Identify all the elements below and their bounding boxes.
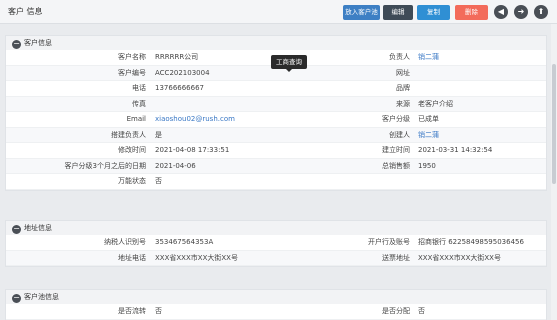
customer-pool-panel: − 客户池信息 是否流转否是否分配否 [5, 289, 547, 320]
field-value: 2021-04-06 [155, 161, 196, 170]
field-row: 修改时间 2021-04-08 17:33:51 建立时间 2021-03-31 14… [6, 143, 546, 159]
field-label: 总销售额 [382, 161, 410, 170]
field-row: 万能状态 否 [6, 174, 546, 190]
field-label: Email [126, 115, 146, 123]
field-row: 客户分级3个月之后的日期 2021-04-06 总销售额 1950 [6, 158, 546, 174]
top-bar: 客户 信息 放入客户池 编辑 复制 删除 ◀ ➜ ⬆ [0, 0, 557, 24]
field-label: 地址电话 [118, 253, 146, 262]
field-row: 地址电话 XXX省XXX市XX大街XX号 送票地址 XXX省XXX市XX大街XX号 [6, 250, 546, 266]
field-value: 否 [155, 177, 162, 185]
field-value: 否 [418, 307, 425, 315]
field-label: 搭建负责人 [111, 130, 146, 139]
field-row: 电话 13766666667 品牌 [6, 81, 546, 97]
field-label: 万能状态 [118, 177, 146, 185]
field-value: RRRRRR公司 [155, 53, 199, 61]
scrollbar-thumb[interactable] [552, 64, 556, 184]
collapse-icon[interactable]: − [12, 40, 21, 49]
section-title: 客户池信息 [24, 293, 59, 301]
field-value: 1950 [418, 161, 436, 170]
customer-pool-header[interactable]: − 客户池信息 [6, 290, 546, 304]
field-value[interactable]: 销二蒲 [418, 128, 439, 144]
field-value: 招商银行 62258498595036456 [418, 238, 524, 246]
next-record-icon[interactable]: ➜ [514, 5, 528, 19]
field-value[interactable]: 销二蒲 [418, 50, 439, 66]
field-label: 创建人 [389, 130, 410, 139]
collapse-icon[interactable]: − [12, 294, 21, 303]
copy-button[interactable]: 复制 [417, 5, 450, 20]
field-label: 客户分级 [382, 115, 410, 123]
field-value: 老客户介绍 [418, 99, 453, 108]
field-label: 品牌 [396, 84, 410, 92]
field-label: 客户分级3个月之后的日期 [64, 161, 146, 170]
address-info-header[interactable]: − 地址信息 [6, 221, 546, 235]
field-value: ACC202103004 [155, 68, 210, 77]
edit-button[interactable]: 编辑 [383, 5, 413, 20]
field-row: Email xiaoshou02@rush.com 客户分级 已成单 [6, 112, 546, 128]
field-value: 2021-04-08 17:33:51 [155, 146, 230, 154]
field-value: 已成单 [418, 115, 439, 123]
section-title: 地址信息 [24, 224, 52, 232]
field-label: 送票地址 [382, 253, 410, 262]
section-title: 客户信息 [24, 39, 52, 47]
field-value: 13766666667 [155, 84, 204, 92]
customer-info-header[interactable]: − 客户信息 [6, 36, 546, 50]
scrollbar[interactable] [551, 24, 557, 320]
collapse-icon[interactable]: − [12, 225, 21, 234]
field-value: 否 [155, 307, 162, 315]
field-row: 是否流转否是否分配否 [6, 304, 546, 320]
field-label: 是否分配 [382, 307, 410, 315]
page-title: 客户 信息 [8, 7, 43, 16]
field-label: 建立时间 [382, 146, 410, 154]
field-value: 353467564353A [155, 238, 214, 246]
field-label: 客户编号 [118, 68, 146, 77]
to-customer-pool-button[interactable]: 放入客户池 [343, 5, 380, 20]
field-label: 电话 [132, 84, 146, 92]
address-info-panel: − 地址信息 纳税人识别号 353467564353A 开户行及账号 招商银行 6225… [5, 220, 547, 267]
field-value: 2021-03-31 14:32:54 [418, 146, 493, 154]
field-value: XXX省XXX市XX大街XX号 [418, 253, 501, 262]
field-value: XXX省XXX市XX大街XX号 [155, 253, 238, 262]
business-lookup-tooltip: 工商查询 [271, 55, 307, 72]
field-value: 是 [155, 130, 162, 139]
delete-button[interactable]: 删除 [455, 5, 488, 20]
field-row: 搭建负责人是 创建人 销二蒲 [6, 127, 546, 144]
field-label: 客户名称 [118, 53, 146, 61]
field-label: 来源 [396, 99, 410, 108]
previous-record-icon[interactable]: ◀ [494, 5, 508, 19]
field-label: 是否流转 [118, 307, 146, 315]
field-label: 网址 [396, 68, 410, 77]
field-label: 负责人 [389, 53, 410, 61]
field-row: 传真 来源 老客户介绍 [6, 96, 546, 112]
field-label: 开户行及账号 [368, 238, 410, 246]
field-row: 纳税人识别号 353467564353A 开户行及账号 招商银行 6225849859… [6, 235, 546, 251]
field-label: 纳税人识别号 [104, 238, 146, 246]
field-label: 修改时间 [118, 146, 146, 154]
back-to-top-icon[interactable]: ⬆ [534, 5, 548, 19]
field-value[interactable]: xiaoshou02@rush.com [155, 112, 235, 128]
field-label: 传真 [132, 99, 146, 108]
